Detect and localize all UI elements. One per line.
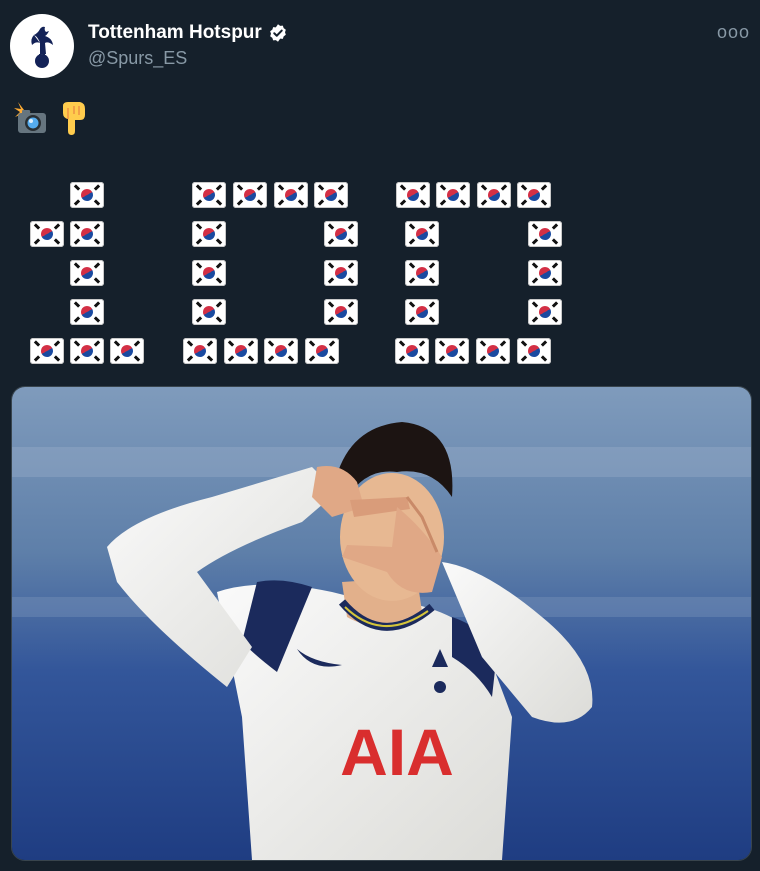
verified-badge-icon [269,24,286,42]
camera-with-flash-emoji-icon [14,102,46,133]
south-korea-flag-emoji-icon [517,338,551,364]
more-options-button[interactable]: ooo [717,22,750,43]
user-handle[interactable]: @Spurs_ES [88,48,288,69]
south-korea-flag-emoji-icon [405,299,439,325]
south-korea-flag-emoji-icon [70,299,104,325]
tweet-header: Tottenham Hotspur @Spurs_ES ooo [10,14,750,78]
south-korea-flag-emoji-icon [476,338,510,364]
player-celebration-image: AIA [12,387,751,860]
south-korea-flag-emoji-icon [517,182,551,208]
emoji-line [12,98,742,138]
backhand-index-pointing-down-emoji-icon [63,102,85,135]
avatar[interactable] [10,14,74,78]
south-korea-flag-emoji-icon [192,299,226,325]
south-korea-flag-emoji-icon [70,221,104,247]
south-korea-flag-emoji-icon [192,182,226,208]
display-name[interactable]: Tottenham Hotspur [88,22,262,44]
jersey-sponsor-text: AIA [340,715,454,789]
south-korea-flag-emoji-icon [395,338,429,364]
south-korea-flag-emoji-icon [324,260,358,286]
south-korea-flag-emoji-icon [110,338,144,364]
south-korea-flag-emoji-icon [70,260,104,286]
south-korea-flag-emoji-icon [405,221,439,247]
south-korea-flag-emoji-icon [477,182,511,208]
south-korea-flag-emoji-icon [70,338,104,364]
tweet-text [12,98,742,378]
south-korea-flag-emoji-icon [192,221,226,247]
south-korea-flag-emoji-icon [274,182,308,208]
south-korea-flag-emoji-icon [324,299,358,325]
south-korea-flag-emoji-icon [30,221,64,247]
south-korea-flag-emoji-icon [264,338,298,364]
south-korea-flag-emoji-icon [70,182,104,208]
south-korea-flag-emoji-icon [405,260,439,286]
south-korea-flag-emoji-icon [305,338,339,364]
tweet-photo[interactable]: AIA [11,386,752,861]
south-korea-flag-emoji-icon [396,182,430,208]
south-korea-flag-emoji-icon [30,338,64,364]
south-korea-flag-emoji-icon [233,182,267,208]
south-korea-flag-emoji-icon [183,338,217,364]
south-korea-flag-emoji-icon [324,221,358,247]
south-korea-flag-emoji-icon [528,299,562,325]
south-korea-flag-emoji-icon [224,338,258,364]
south-korea-flag-emoji-icon [528,260,562,286]
south-korea-flag-emoji-icon [528,221,562,247]
south-korea-flag-emoji-icon [435,338,469,364]
south-korea-flag-emoji-icon [192,260,226,286]
spurs-logo-icon [31,26,53,68]
south-korea-flag-emoji-icon [436,182,470,208]
south-korea-flag-emoji-icon [314,182,348,208]
